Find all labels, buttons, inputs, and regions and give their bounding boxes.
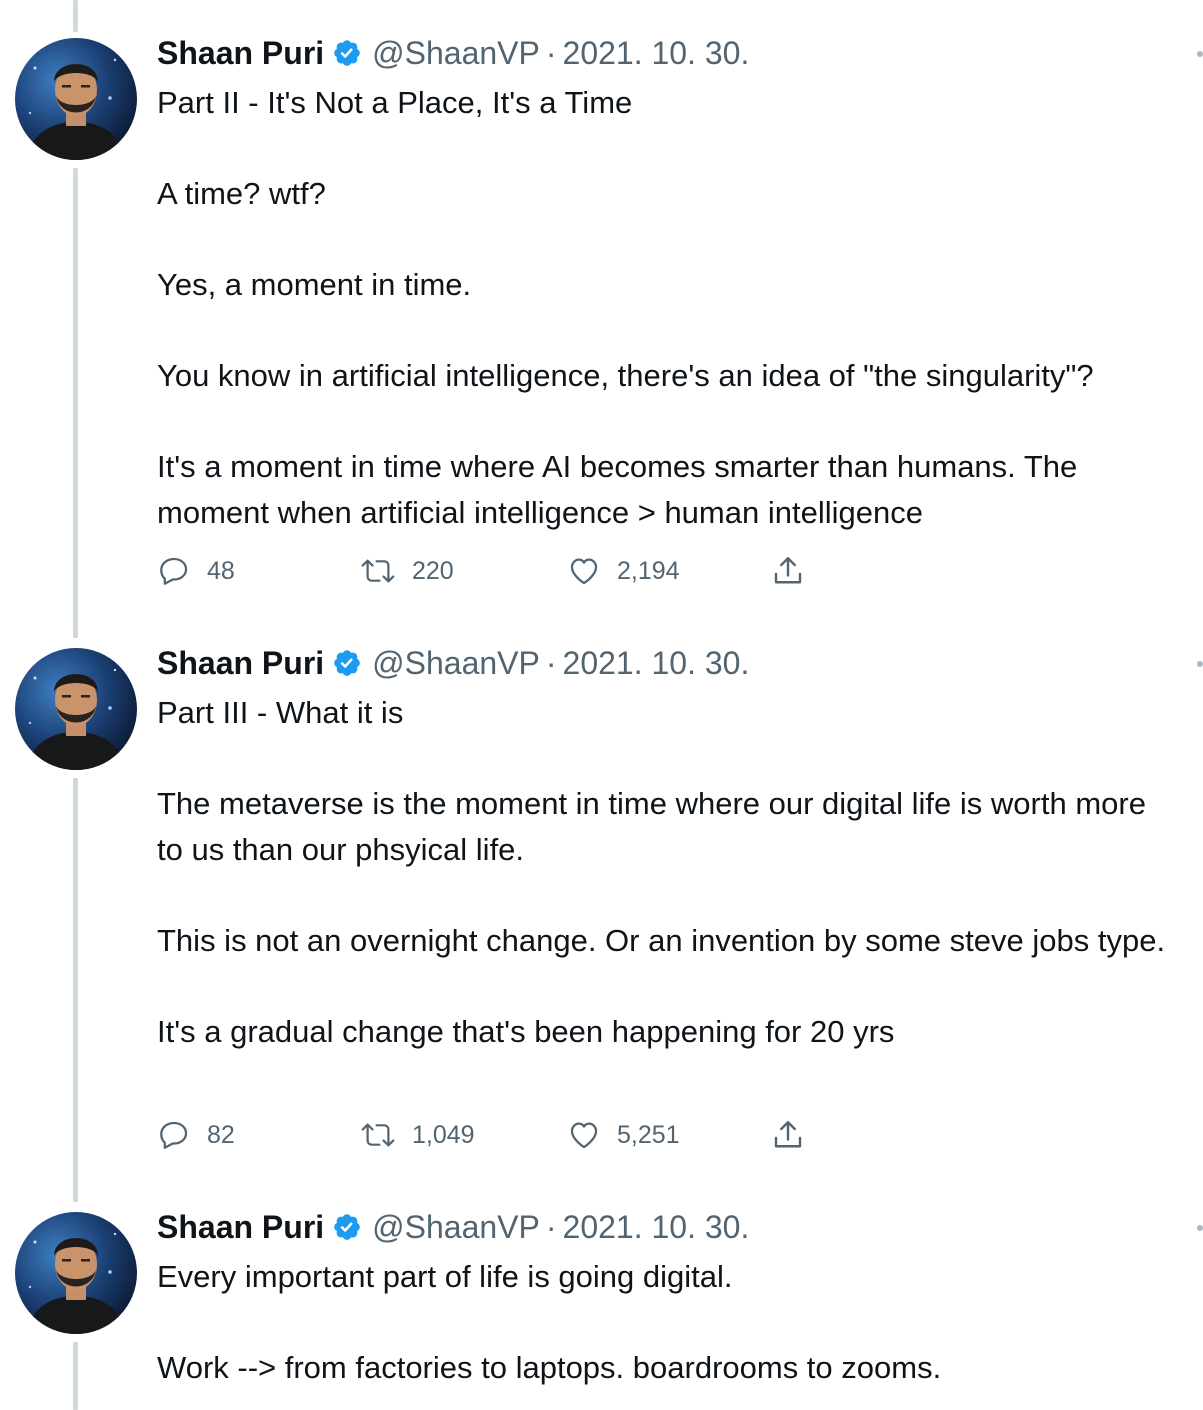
tweet[interactable]: Shaan Puri @ShaanVP · 2021. 10. 30. Part… (0, 620, 1203, 1190)
like-count: 2,194 (617, 556, 680, 585)
author-handle[interactable]: @ShaanVP (372, 1209, 540, 1246)
avatar[interactable] (15, 38, 137, 160)
more-options-icon[interactable] (1197, 51, 1203, 57)
heart-icon (567, 554, 601, 588)
like-count: 5,251 (617, 1120, 680, 1149)
tweet-paragraph: This is not an overnight change. Or an i… (157, 922, 1166, 958)
reply-count: 48 (207, 556, 235, 585)
tweet-paragraph: It's a moment in time where AI becomes s… (157, 449, 1078, 530)
tweet-text: Part III - What it is The metaverse is t… (157, 690, 1197, 1054)
heart-icon (567, 1118, 601, 1152)
more-options-icon[interactable] (1197, 1225, 1203, 1231)
verified-badge-icon (332, 648, 362, 678)
share-button[interactable] (770, 1115, 806, 1155)
reply-button[interactable]: 48 (157, 551, 235, 591)
tweet-paragraph: It's a gradual change that's been happen… (157, 1013, 895, 1049)
reply-icon (157, 1118, 191, 1152)
tweet-actions: 48 220 2,194 (157, 551, 837, 591)
tweet-paragraph: You know in artificial intelligence, the… (157, 358, 1094, 393)
separator: · (545, 34, 557, 71)
author-handle[interactable]: @ShaanVP (372, 645, 540, 682)
tweet-paragraph: Part II - It's Not a Place, It's a Time (157, 85, 633, 120)
tweet-text: Every important part of life is going di… (157, 1254, 1197, 1391)
tweet-date[interactable]: 2021. 10. 30. (563, 645, 750, 682)
verified-badge-icon (332, 1212, 362, 1242)
tweet-paragraph: Part III - What it is (157, 695, 404, 730)
tweet[interactable]: Shaan Puri @ShaanVP · 2021. 10. 30. Ever… (0, 1190, 1203, 1410)
retweet-icon (360, 554, 396, 588)
author-handle[interactable]: @ShaanVP (372, 35, 540, 72)
reply-button[interactable]: 82 (157, 1115, 235, 1155)
tweet-header: Shaan Puri @ShaanVP · 2021. 10. 30. (157, 33, 749, 73)
reply-count: 82 (207, 1120, 235, 1149)
more-options-icon[interactable] (1197, 661, 1203, 667)
separator: · (545, 1208, 557, 1245)
tweet-paragraph: The metaverse is the moment in time wher… (157, 786, 1146, 867)
reply-icon (157, 554, 191, 588)
tweet-text: Part II - It's Not a Place, It's a Time … (157, 80, 1197, 535)
tweet-paragraph: Every important part of life is going di… (157, 1259, 733, 1294)
tweet[interactable]: Shaan Puri @ShaanVP · 2021. 10. 30. Part… (0, 0, 1203, 620)
share-button[interactable] (770, 551, 806, 591)
share-icon (770, 1117, 806, 1153)
tweet-header: Shaan Puri @ShaanVP · 2021. 10. 30. (157, 643, 749, 683)
tweet-date[interactable]: 2021. 10. 30. (563, 1209, 750, 1246)
tweet-paragraph: A time? wtf? (157, 176, 326, 211)
author-name[interactable]: Shaan Puri (157, 1209, 324, 1246)
share-icon (770, 553, 806, 589)
tweet-actions: 82 1,049 5,251 (157, 1115, 837, 1155)
avatar[interactable] (15, 648, 137, 770)
like-button[interactable]: 5,251 (567, 1115, 680, 1155)
retweet-icon (360, 1118, 396, 1152)
avatar[interactable] (15, 1212, 137, 1334)
tweet-date[interactable]: 2021. 10. 30. (563, 35, 750, 72)
tweet-paragraph: Work --> from factories to laptops. boar… (157, 1350, 942, 1385)
separator: · (545, 644, 557, 681)
retweet-button[interactable]: 220 (360, 551, 454, 591)
retweet-button[interactable]: 1,049 (360, 1115, 475, 1155)
tweet-header: Shaan Puri @ShaanVP · 2021. 10. 30. (157, 1207, 749, 1247)
like-button[interactable]: 2,194 (567, 551, 680, 591)
verified-badge-icon (332, 38, 362, 68)
author-name[interactable]: Shaan Puri (157, 645, 324, 682)
retweet-count: 220 (412, 556, 454, 585)
tweet-paragraph: Yes, a moment in time. (157, 267, 472, 302)
author-name[interactable]: Shaan Puri (157, 35, 324, 72)
retweet-count: 1,049 (412, 1120, 475, 1149)
